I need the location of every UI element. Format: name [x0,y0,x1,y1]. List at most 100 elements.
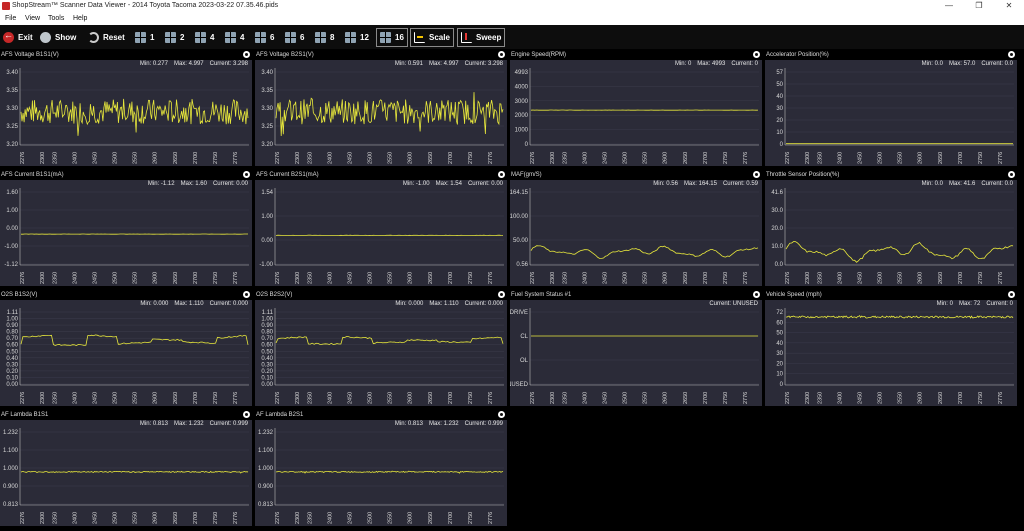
series-line [20,470,249,474]
x-tick-label: 2500 [623,272,629,284]
panel-options-icon[interactable] [243,51,250,58]
menu-bar: File View Tools Help [0,12,1024,25]
window-titlebar: ShopStream™ Scanner Data Viewer - 2014 T… [0,0,1024,12]
menu-help[interactable]: Help [73,15,87,22]
chart-panel[interactable]: Accelerator Position(%) Min: 0.0 Max: 57.0… [765,50,1017,166]
menu-view[interactable]: View [25,15,40,22]
chart-panel[interactable]: AFS Voltage B2S1(V) Min: 0.591 Max: 4.997 C… [255,50,507,166]
y-tick-label: 0.30 [261,362,273,368]
chart-panel[interactable]: O2S B1S2(V) Min: 0.000 Max: 1.110 Current: … [0,290,252,406]
layout-2-button[interactable]: 2 [165,28,184,47]
layout-4b-button[interactable]: 4 [225,28,244,47]
x-tick-label: 2650 [683,392,689,404]
layout-1-button[interactable]: 1 [135,28,154,47]
y-tick-label: 1.54 [261,190,273,196]
panel-options-icon[interactable] [753,291,760,298]
panel-options-icon[interactable] [1008,171,1015,178]
x-tick-label: 2550 [388,272,394,284]
x-tick-label: 2450 [92,392,98,404]
exit-button[interactable]: Exit [3,28,33,47]
x-tick-label: 2776 [743,272,749,284]
x-tick-label: 2276 [275,272,281,284]
panel-options-icon[interactable] [753,51,760,58]
chart-plot: 1.232 1.100 1.000 0.900 0.8132276 2300 2350 240… [3,428,249,524]
y-tick-label: 0.813 [3,502,19,508]
chart-title: Engine Speed(RPM) [510,50,762,60]
maximize-button[interactable]: ❐ [964,0,994,12]
x-tick-label: 2400 [72,512,78,524]
layout-12-button[interactable]: 12 [345,28,369,47]
chart-panel[interactable]: Vehicle Speed (mph) Min: 0 Max: 72 Current:… [765,290,1017,406]
panel-options-icon[interactable] [753,171,760,178]
menu-file[interactable]: File [5,15,16,22]
y-tick-label: 10.0 [771,244,783,250]
chart-panel[interactable]: MAF(gm/S) Min: 0.56 Max: 164.15 Current: 0.… [510,170,762,286]
y-tick-label: 30 [776,351,783,357]
reset-icon [88,32,99,43]
chart-panel[interactable]: O2S B2S2(V) Min: 0.000 Max: 1.110 Current: … [255,290,507,406]
x-tick-label: 2300 [40,512,46,524]
y-tick-label: 20 [776,118,783,124]
y-tick-label: 3.30 [261,106,273,112]
layout-6b-button[interactable]: 6 [285,28,304,47]
chart-plot: 1.111.000.900.800.700.600.500.400.300.20… [261,308,504,404]
x-tick-label: 2600 [918,392,924,404]
chart-panel[interactable]: AFS Voltage B1S1(V) Min: 0.277 Max: 4.997 C… [0,50,252,166]
panel-options-icon[interactable] [1008,291,1015,298]
chart-panel[interactable]: AF Lambda B1S1 Min: 0.813 Max: 1.232 Curren… [0,410,252,526]
y-tick-label: 4993 [515,70,529,76]
reset-button[interactable]: Reset [88,28,125,47]
chart-title: AFS Voltage B1S1(V) [0,50,252,60]
minimize-button[interactable]: — [934,0,964,12]
chart-panel[interactable]: AFS Current B2S1(mA) Min: -1.00 Max: 1.54 C… [255,170,507,286]
panel-options-icon[interactable] [243,411,250,418]
panel-options-icon[interactable] [243,171,250,178]
show-icon [40,32,51,43]
panel-options-icon[interactable] [498,411,505,418]
panel-options-icon[interactable] [498,291,505,298]
chart-panel[interactable]: Engine Speed(RPM) Min: 0 Max: 4993 Current:… [510,50,762,166]
scale-button[interactable]: Scale [410,28,454,47]
y-tick-label: -1.00 [259,262,273,268]
x-tick-label: 2750 [468,272,474,284]
y-tick-label: -1.12 [4,262,18,268]
x-tick-label: 2750 [978,152,984,164]
x-tick-label: 2600 [153,392,159,404]
x-tick-label: 2500 [113,152,119,164]
sweep-button[interactable]: Sweep [457,28,506,47]
panel-options-icon[interactable] [1008,51,1015,58]
chart-title: AFS Current B1S1(mA) [0,170,252,180]
x-tick-label: 2650 [938,272,944,284]
layout-8-button[interactable]: 8 [315,28,334,47]
x-tick-label: 2700 [193,392,199,404]
panel-options-icon[interactable] [243,291,250,298]
layout-6-button[interactable]: 6 [255,28,274,47]
x-tick-label: 2276 [530,392,536,404]
panel-options-icon[interactable] [498,51,505,58]
y-tick-label: 0.20 [261,369,273,375]
chart-panel[interactable]: Throttle Sensor Position(%) Min: 0.0 Max: … [765,170,1017,286]
x-tick-label: 2550 [898,392,904,404]
x-tick-label: 2300 [295,392,301,404]
show-button[interactable]: Show [40,28,76,47]
x-tick-label: 2450 [857,272,863,284]
layout-16-button[interactable]: 16 [376,28,408,47]
x-tick-label: 2300 [295,152,301,164]
chart-plot: 3.40 3.35 3.30 3.25 3.202276 2300 2350 2400 2450… [261,68,504,164]
chart-panel[interactable]: AF Lambda B2S1 Min: 0.813 Max: 1.232 Curren… [255,410,507,526]
close-button[interactable]: ✕ [994,0,1024,12]
y-tick-label: 3.20 [261,142,273,148]
x-tick-label: 2700 [193,152,199,164]
layout-4-button[interactable]: 4 [195,28,214,47]
x-tick-label: 2600 [408,152,414,164]
menu-tools[interactable]: Tools [48,15,64,22]
y-tick-label: 4000 [515,84,529,90]
x-tick-label: 2600 [918,152,924,164]
chart-panel[interactable]: AFS Current B1S1(mA) Min: -1.12 Max: 1.60 C… [0,170,252,286]
panel-options-icon[interactable] [498,171,505,178]
y-tick-label: 0.70 [6,336,18,342]
x-tick-label: 2550 [133,152,139,164]
y-tick-label: 0.00 [261,238,273,244]
x-tick-label: 2600 [663,392,669,404]
chart-panel[interactable]: Fuel System Status #1Current: UNUSEDOLDR… [510,290,762,406]
